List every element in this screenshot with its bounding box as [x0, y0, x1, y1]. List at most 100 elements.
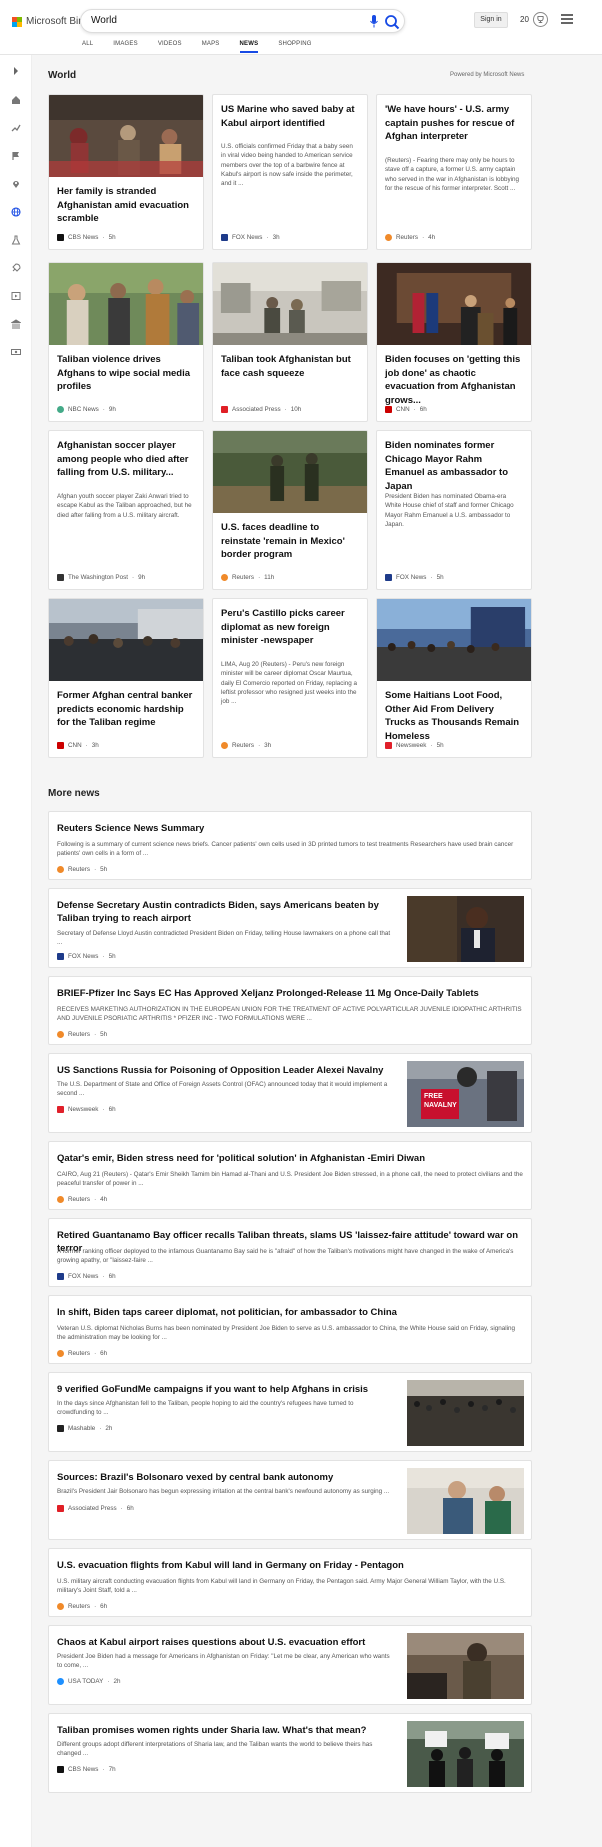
list-item[interactable]: US Sanctions Russia for Poisoning of Opp… — [48, 1053, 532, 1133]
list-item-snippet: RECEIVES MARKETING AUTHORIZATION IN THE … — [57, 1006, 522, 1023]
list-item-title[interactable]: Defense Secretary Austin contradicts Bid… — [57, 899, 391, 925]
list-item[interactable]: BRIEF-Pfizer Inc Says EC Has Approved Xe… — [48, 976, 532, 1045]
list-item-title[interactable]: Taliban promises women rights under Shar… — [57, 1724, 391, 1737]
tab-all[interactable]: ALL — [82, 41, 93, 53]
list-item[interactable]: Taliban promises women rights under Shar… — [48, 1713, 532, 1793]
news-card[interactable]: Taliban violence drives Afghans to wipe … — [48, 262, 204, 422]
list-item-source: Reuters · 5h — [57, 866, 107, 873]
list-item-source: Reuters · 5h — [57, 1031, 107, 1038]
news-card[interactable]: Her family is stranded Afghanistan amid … — [48, 94, 204, 250]
card-title[interactable]: Taliban violence drives Afghans to wipe … — [57, 353, 195, 394]
science-flask-icon[interactable] — [11, 235, 21, 245]
news-card[interactable]: Former Afghan central banker predicts ec… — [48, 598, 204, 758]
card-title[interactable]: Peru's Castillo picks career diplomat as… — [221, 607, 359, 648]
card-snippet: Afghan youth soccer player Zaki Anwari t… — [57, 493, 192, 519]
list-item-title[interactable]: Sources: Brazil's Bolsonaro vexed by cen… — [57, 1471, 391, 1484]
search-input[interactable] — [91, 15, 311, 26]
list-item[interactable]: Chaos at Kabul airport raises questions … — [48, 1625, 532, 1705]
news-card[interactable]: Biden focuses on 'getting this job done'… — [376, 262, 532, 422]
card-title[interactable]: 'We have hours' - U.S. army captain push… — [385, 103, 523, 144]
article-thumbnail — [407, 896, 524, 962]
cbs-news-icon — [57, 234, 64, 241]
list-item-snippet: Veteran U.S. diplomat Nicholas Burns has… — [57, 1325, 516, 1342]
list-item[interactable]: In shift, Biden taps career diplomat, no… — [48, 1295, 532, 1364]
card-title[interactable]: Afghanistan soccer player among people w… — [57, 439, 195, 480]
list-item-title[interactable]: Reuters Science News Summary — [57, 822, 523, 835]
card-source: CNN · 6h — [385, 406, 427, 413]
rewards-trophy-icon[interactable] — [533, 12, 548, 27]
list-item-title[interactable]: 9 verified GoFundMe campaigns if you wan… — [57, 1383, 391, 1396]
search-icon[interactable] — [383, 13, 401, 31]
sign-in-button[interactable]: Sign in — [474, 12, 508, 28]
news-card[interactable]: U.S. faces deadline to reinstate 'remain… — [212, 430, 368, 590]
card-source: CBS News · 5h — [57, 234, 116, 241]
card-source: The Washington Post · 9h — [57, 574, 145, 581]
card-title[interactable]: Her family is stranded Afghanistan amid … — [57, 185, 195, 226]
article-image — [49, 599, 203, 681]
list-item-snippet: Secretary of Defense Lloyd Austin contra… — [57, 930, 391, 947]
list-item-title[interactable]: U.S. evacuation flights from Kabul will … — [57, 1559, 523, 1572]
free-navalny-sign: FREE NAVALNY — [421, 1089, 459, 1119]
list-item-source: Reuters · 6h — [57, 1603, 107, 1610]
list-item-title[interactable]: BRIEF-Pfizer Inc Says EC Has Approved Xe… — [57, 987, 523, 1000]
list-item[interactable]: Defense Secretary Austin contradicts Bid… — [48, 888, 532, 968]
associated-press-icon — [57, 1505, 64, 1512]
news-card[interactable]: Peru's Castillo picks career diplomat as… — [212, 598, 368, 758]
newsweek-icon — [57, 1106, 64, 1113]
location-pin-icon[interactable] — [11, 179, 21, 189]
list-item[interactable]: U.S. evacuation flights from Kabul will … — [48, 1548, 532, 1617]
entertainment-icon[interactable] — [11, 291, 21, 301]
list-item[interactable]: Qatar's emir, Biden stress need for 'pol… — [48, 1141, 532, 1210]
list-item-source: CBS News · 7h — [57, 1766, 116, 1773]
tab-images[interactable]: IMAGES — [113, 41, 138, 53]
card-title[interactable]: Some Haitians Loot Food, Other Aid From … — [385, 689, 523, 743]
list-item[interactable]: Sources: Brazil's Bolsonaro vexed by cen… — [48, 1460, 532, 1540]
card-title[interactable]: Biden nominates former Chicago Mayor Rah… — [385, 439, 523, 493]
news-card[interactable]: Some Haitians Loot Food, Other Aid From … — [376, 598, 532, 758]
politics-building-icon[interactable] — [11, 319, 21, 329]
bing-logo[interactable]: Microsoft Bing — [12, 16, 89, 27]
list-item[interactable]: Reuters Science News Summary Following i… — [48, 811, 532, 880]
tab-news[interactable]: NEWS — [239, 41, 259, 53]
list-item[interactable]: 9 verified GoFundMe campaigns if you wan… — [48, 1372, 532, 1452]
article-image — [49, 263, 203, 345]
tab-videos[interactable]: VIDEOS — [158, 41, 182, 53]
card-title[interactable]: Former Afghan central banker predicts ec… — [57, 689, 195, 730]
technology-rocket-icon[interactable] — [11, 263, 21, 273]
news-card[interactable]: Taliban took Afghanistan but face cash s… — [212, 262, 368, 422]
list-item-title[interactable]: Qatar's emir, Biden stress need for 'pol… — [57, 1152, 523, 1165]
flag-icon[interactable] — [11, 151, 21, 161]
card-source: Reuters · 3h — [221, 742, 271, 749]
list-item-source: USA TODAY · 2h — [57, 1678, 120, 1685]
section-title: World — [48, 70, 77, 81]
card-title[interactable]: US Marine who saved baby at Kabul airpor… — [221, 103, 359, 130]
expand-chevron-icon[interactable] — [11, 66, 21, 76]
reuters-icon — [57, 1350, 64, 1357]
tab-shopping[interactable]: SHOPPING — [278, 41, 311, 53]
money-icon[interactable] — [11, 347, 21, 357]
article-image — [213, 263, 367, 345]
list-item-title[interactable]: US Sanctions Russia for Poisoning of Opp… — [57, 1064, 391, 1077]
menu-icon[interactable] — [561, 14, 573, 24]
list-item-source: Associated Press · 6h — [57, 1505, 134, 1512]
list-item-source: Newsweek · 6h — [57, 1106, 116, 1113]
list-item[interactable]: Retired Guantanamo Bay officer recalls T… — [48, 1218, 532, 1287]
microphone-icon[interactable] — [370, 15, 378, 28]
home-icon[interactable] — [11, 95, 21, 105]
fox-news-icon — [385, 574, 392, 581]
news-card[interactable]: 'We have hours' - U.S. army captain push… — [376, 94, 532, 250]
list-item-snippet: CAIRO, Aug 21 (Reuters) - Qatar's Emir S… — [57, 1171, 523, 1188]
card-title[interactable]: Biden focuses on 'getting this job done'… — [385, 353, 523, 407]
tab-maps[interactable]: MAPS — [202, 41, 220, 53]
list-item-title[interactable]: Chaos at Kabul airport raises questions … — [57, 1636, 391, 1649]
reuters-icon — [221, 574, 228, 581]
powered-by-label: Powered by Microsoft News — [450, 72, 525, 78]
card-title[interactable]: Taliban took Afghanistan but face cash s… — [221, 353, 359, 380]
news-card[interactable]: US Marine who saved baby at Kabul airpor… — [212, 94, 368, 250]
trending-icon[interactable] — [11, 123, 21, 133]
list-item-title[interactable]: In shift, Biden taps career diplomat, no… — [57, 1306, 523, 1319]
globe-icon[interactable] — [11, 207, 21, 217]
news-card[interactable]: Biden nominates former Chicago Mayor Rah… — [376, 430, 532, 590]
card-title[interactable]: U.S. faces deadline to reinstate 'remain… — [221, 521, 359, 562]
news-card[interactable]: Afghanistan soccer player among people w… — [48, 430, 204, 590]
